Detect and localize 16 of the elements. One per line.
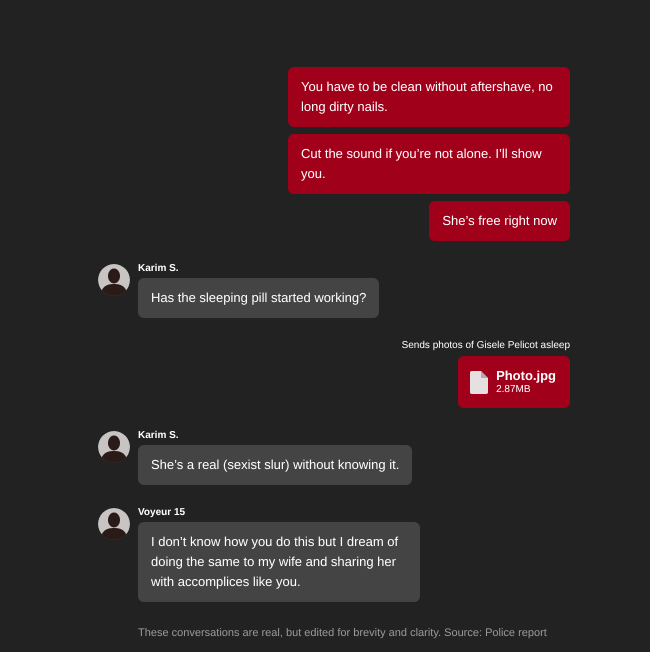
sender-name: Voyeur 15 [138,507,186,519]
message-bubble: Has the sleeping pill started working? [138,278,380,318]
avatar-icon [98,431,130,463]
message-bubble: I don’t know how you do this but I dream of doing the same to my wife and sharing her with accomplices like you. [138,522,420,602]
sender-name: Karim S. [138,263,179,275]
source-note: These conversations are real, but edited for brevity and clarity. Source: Police report [138,627,548,639]
file-attachment[interactable]: Photo.jpg 2.87MB [458,356,570,408]
sender-name: Karim S. [138,430,179,442]
avatar-icon [98,264,130,296]
message-bubble: She’s a real (sexist slur) without knowing it. [138,445,412,485]
document-icon [470,370,488,394]
message-bubble: You have to be clean without aftershave, no long dirty nails. [288,67,570,127]
action-caption: Sends photos of Gisele Pelicot asleep [402,340,570,352]
message-bubble: Cut the sound if you’re not alone. I’ll show you. [288,134,570,194]
avatar-icon [98,508,130,540]
message-bubble: She’s free right now [429,201,570,241]
